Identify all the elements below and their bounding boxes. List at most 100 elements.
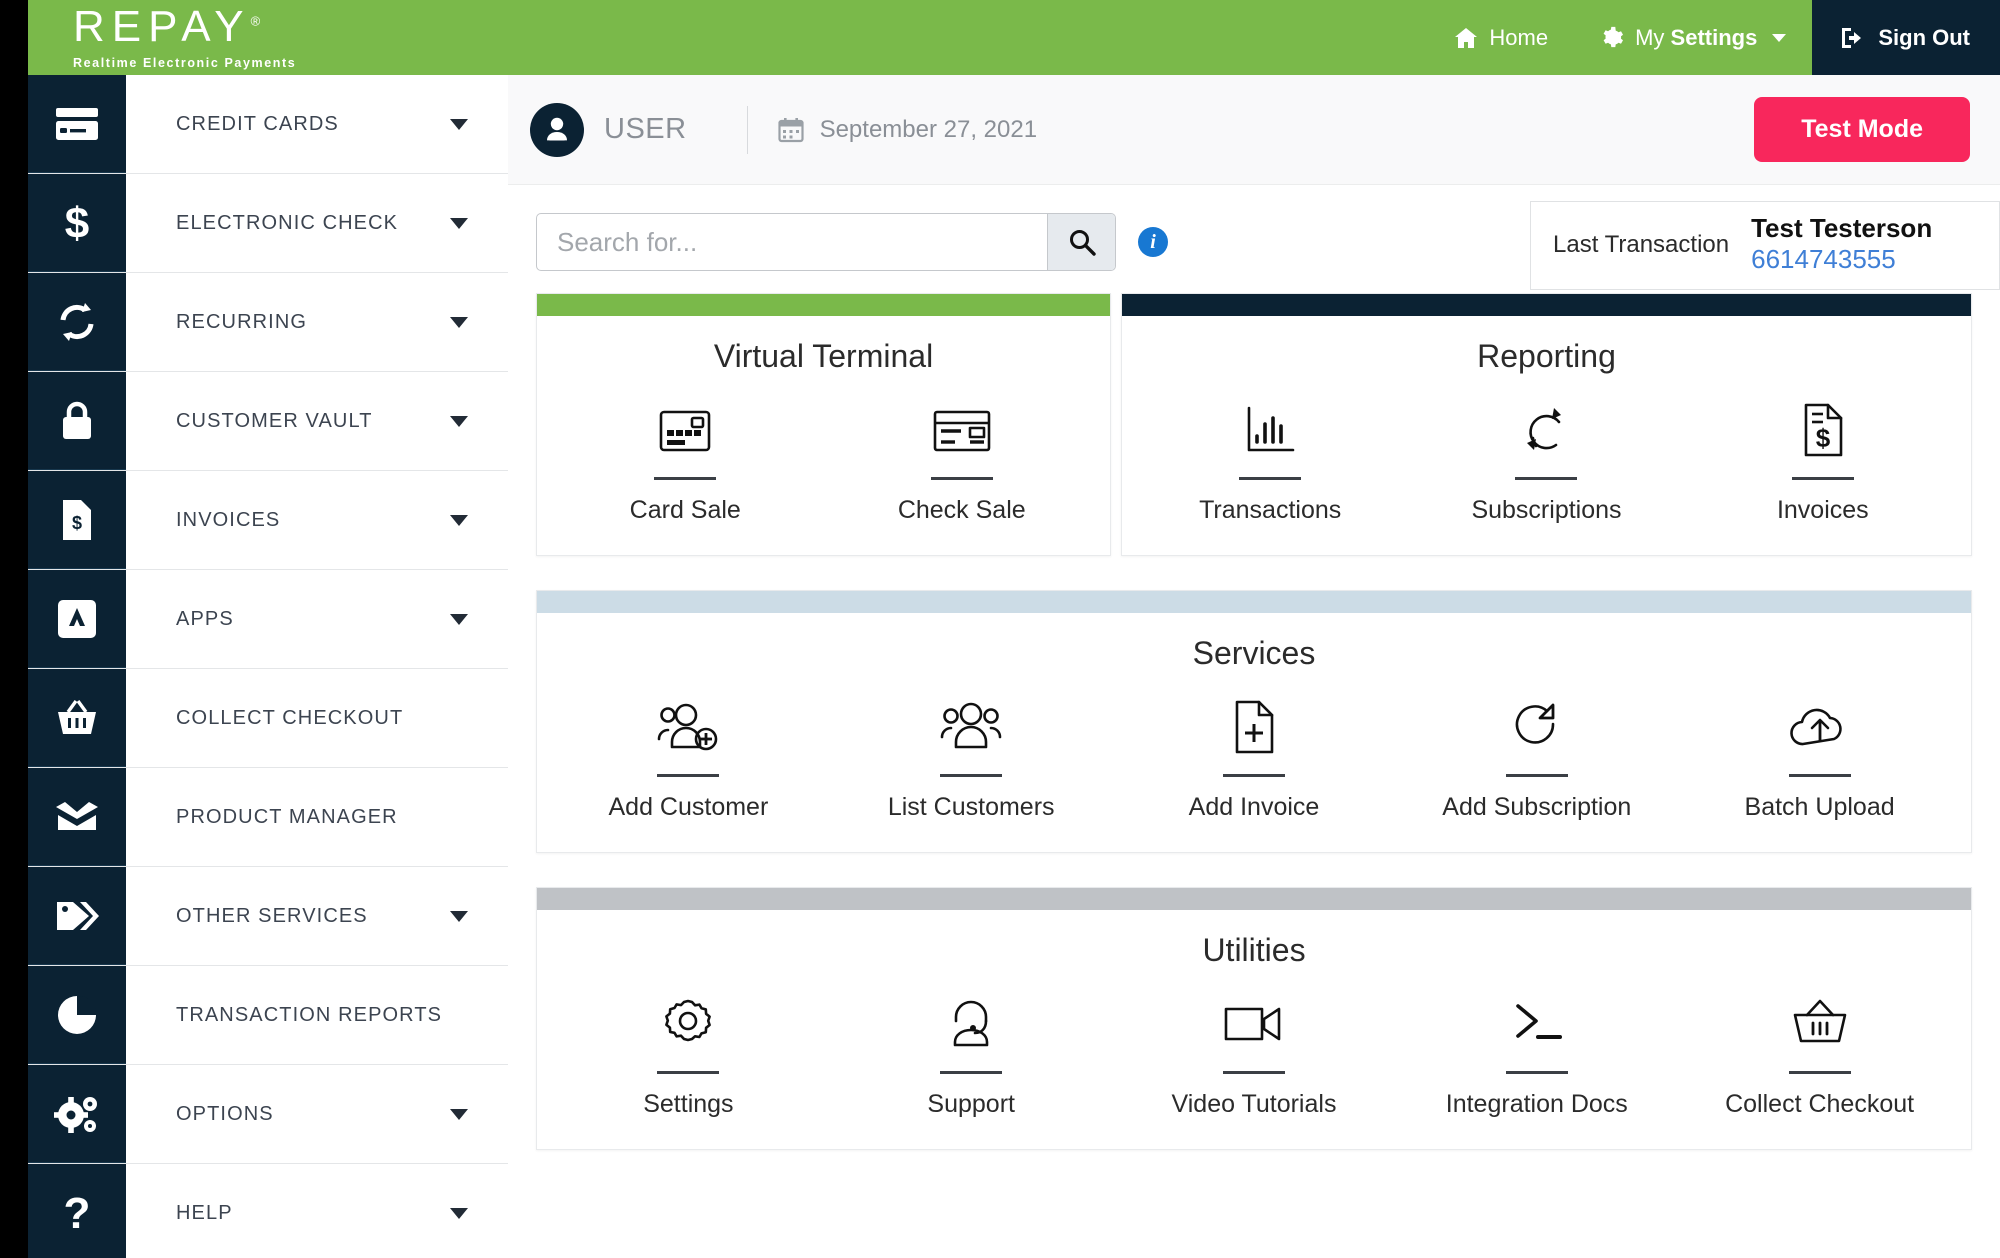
tile-underline [657,774,720,777]
tile-transactions[interactable]: Transactions [1132,397,1408,525]
tile-add-invoice[interactable]: Add Invoice [1113,694,1396,822]
chevron-down-icon[interactable] [450,1207,468,1219]
sidebar-item-label: COLLECT CHECKOUT [176,706,404,729]
sidebar-item-other-services[interactable]: OTHER SERVICES [28,867,508,966]
sidebar-item-transaction-reports[interactable]: TRANSACTION REPORTS [28,966,508,1065]
last-transaction-details: Test Testerson 6614743555 [1751,213,1933,275]
headset-agent-icon [943,991,999,1057]
tile-invoices[interactable]: $ Invoices [1685,397,1961,525]
tile-add-customer[interactable]: Add Customer [547,694,830,822]
card-accent-bar [537,888,1971,910]
chevron-down-icon[interactable] [450,415,468,427]
tile-settings[interactable]: Settings [547,991,830,1119]
chevron-down-icon [1772,33,1787,42]
chevron-down-icon[interactable] [450,613,468,625]
tile-underline [1788,774,1851,777]
sidebar-item-customer-vault[interactable]: CUSTOMER VAULT [28,372,508,471]
tile-video-tutorials[interactable]: Video Tutorials [1113,991,1396,1119]
sidebar-item-options[interactable]: OPTIONS [28,1065,508,1164]
sidebar-item-collect-checkout[interactable]: COLLECT CHECKOUT [28,669,508,768]
chevron-down-icon[interactable] [450,316,468,328]
sidebar-item-electronic-check[interactable]: $ ELECTRONIC CHECK [28,174,508,273]
services-holder: Services Add Customer List Customers Add In… [508,590,2000,853]
tile-label: Add Customer [608,793,769,821]
tile-underline [1222,1071,1285,1074]
tile-support[interactable]: Support [830,991,1113,1119]
chevron-down-icon[interactable] [450,118,468,130]
sidebar-item-label: APPS [176,607,234,630]
sidebar-item-label: ELECTRONIC CHECK [176,211,399,234]
sidebar-item-apps[interactable]: APPS [28,570,508,669]
sidebar-item-recurring[interactable]: RECURRING [28,273,508,372]
top-navigation: Home My Settings Sign Out [1428,0,2000,75]
tile-integration-docs[interactable]: Integration Docs [1395,991,1678,1119]
tile-list-customers[interactable]: List Customers [830,694,1113,822]
nav-home[interactable]: Home [1428,0,1574,75]
tile-underline [654,477,717,480]
sidebar-item-label: TRANSACTION REPORTS [176,1003,443,1026]
recurring-arrows-icon [1516,397,1576,463]
refresh-arrow-icon [1509,694,1565,760]
tile-underline [657,1071,720,1074]
tile-label: Card Sale [629,496,741,524]
last-transaction-label: Last Transaction [1553,230,1730,258]
credit-card-icon [655,397,715,463]
card-title: Virtual Terminal [713,338,934,374]
page-header: USER September 27, 2021 Test Mode [508,75,2000,185]
avatar [530,102,584,157]
brand-logo[interactable]: REPAY® Realtime Electronic Payments [73,5,296,71]
tile-label: Invoices [1776,496,1869,524]
card-title: Reporting [1477,338,1616,374]
tile-add-subscription[interactable]: Add Subscription [1395,694,1678,822]
last-transaction-number[interactable]: 6614743555 [1751,244,1896,275]
card-title: Utilities [1202,932,1306,968]
search-button[interactable] [1047,214,1115,270]
chevron-down-icon[interactable] [450,217,468,229]
chevron-down-icon[interactable] [450,910,468,922]
tile-underline [1515,477,1578,480]
chevron-down-icon[interactable] [450,1108,468,1120]
chevron-down-icon[interactable] [450,514,468,526]
svg-text:$: $ [1816,423,1831,453]
file-plus-icon [1229,694,1279,760]
nav-sign-out[interactable]: Sign Out [1812,0,2000,75]
tile-collect-checkout[interactable]: Collect Checkout [1678,991,1961,1119]
last-transaction-name: Test Testerson [1751,213,1933,243]
card-tiles: Transactions Subscriptions $ Invoices [1122,383,1971,555]
card-accent-bar [537,294,1110,316]
tile-label: Add Subscription [1442,793,1632,821]
tile-underline [1505,774,1568,777]
sidebar-item-product-manager[interactable]: PRODUCT MANAGER [28,768,508,867]
tile-check-sale[interactable]: Check Sale [824,397,1101,525]
sidebar-item-help[interactable]: ? HELP [28,1164,508,1258]
tile-underline [940,1071,1003,1074]
section-gap-1 [508,556,2000,590]
tile-label: List Customers [887,793,1055,821]
info-circle-icon[interactable]: i [1138,227,1168,257]
search-input[interactable] [537,214,1047,270]
test-mode-button[interactable]: Test Mode [1754,97,1970,162]
nav-settings-label: My Settings [1635,24,1758,50]
sidebar-item-label: OTHER SERVICES [176,904,368,927]
bar-chart-icon [1241,397,1299,463]
pie-chart-icon [28,966,126,1064]
tile-subscriptions[interactable]: Subscriptions [1408,397,1684,525]
tile-card-sale[interactable]: Card Sale [547,397,824,525]
lock-icon [28,372,126,470]
sidebar-item-credit-cards[interactable]: CREDIT CARDS [28,75,508,174]
sidebar-item-label: RECURRING [176,310,308,333]
dollar-sign-icon: $ [28,174,126,272]
tags-icon [28,867,126,965]
tile-batch-upload[interactable]: Batch Upload [1678,694,1961,822]
home-icon [1455,27,1478,48]
basket-icon [1790,991,1850,1057]
sidebar-item-label: OPTIONS [176,1102,274,1125]
tile-underline [1791,477,1854,480]
invoice-dollar-icon: $ [1798,397,1848,463]
card-accent-bar [537,591,1971,613]
page-title: USER [604,113,687,145]
recurring-arrows-icon [28,273,126,371]
nav-my-settings[interactable]: My Settings [1574,0,1812,75]
date-text: September 27, 2021 [819,115,1038,143]
sidebar-item-invoices[interactable]: $ INVOICES [28,471,508,570]
